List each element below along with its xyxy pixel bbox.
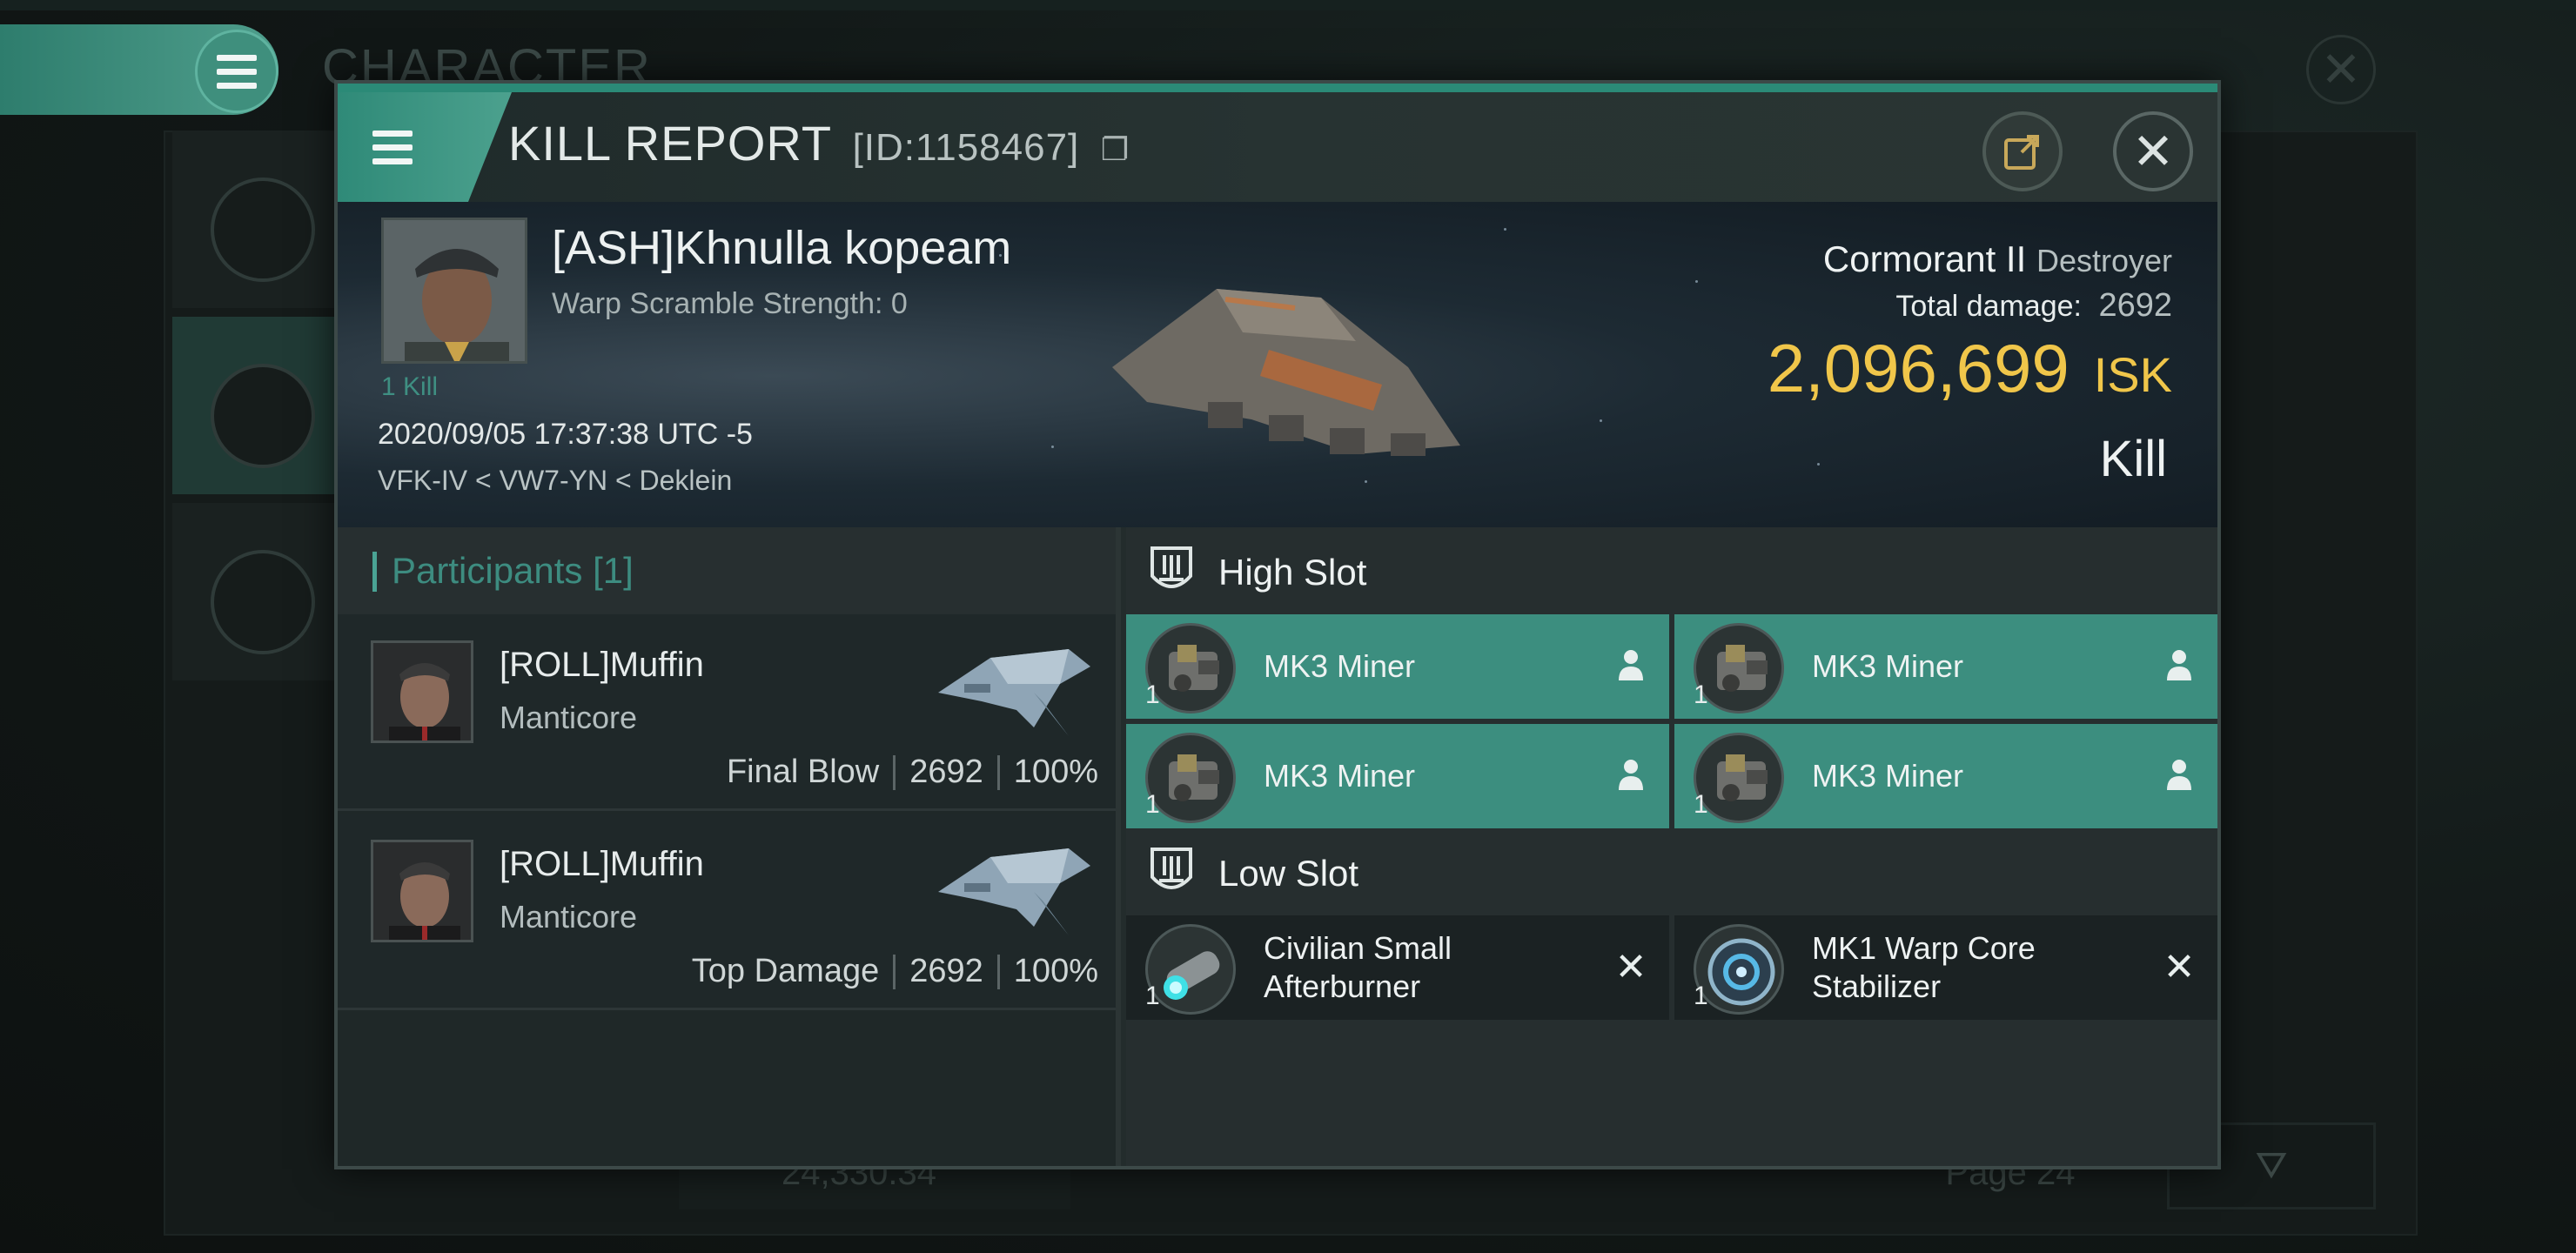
module-name: MK3 Miner xyxy=(1264,648,1416,684)
total-damage-value: 2692 xyxy=(2098,287,2172,324)
low-slot-header: Low Slot xyxy=(1126,828,2217,915)
participants-panel: Participants [1] [ROLL]Muffin Manticore … xyxy=(338,527,1121,1166)
module-name: MK3 Miner xyxy=(1812,648,1964,684)
isk-value-line: 2,096,699 ISK xyxy=(1768,329,2172,408)
sidebar-item-rank[interactable] xyxy=(172,503,338,680)
star-icon xyxy=(211,550,315,654)
module-slot[interactable]: 1 MK3 Miner xyxy=(1126,724,1669,828)
sidebar-item-combat[interactable] xyxy=(172,317,338,494)
destroyed-x-icon: ✕ xyxy=(1614,946,1647,988)
participant-row[interactable]: [ROLL]Muffin Manticore Final Blow 2692 1… xyxy=(338,614,1116,811)
participant-stats: Final Blow 2692 100% xyxy=(727,754,1098,791)
character-sidebar xyxy=(172,131,338,687)
share-button[interactable] xyxy=(1982,111,2063,191)
module-name: MK3 Miner xyxy=(1264,758,1416,794)
top-bar xyxy=(0,0,2576,10)
module-quantity: 1 xyxy=(1694,790,1708,819)
list-icon xyxy=(211,178,315,282)
isk-unit: ISK xyxy=(2093,347,2172,402)
participant-role: Top Damage xyxy=(691,953,880,989)
participant-percent: 100% xyxy=(1013,754,1098,790)
participant-percent: 100% xyxy=(1013,953,1098,989)
kill-location: VFK-IV < VW7-YN < Deklein xyxy=(378,465,733,496)
divider xyxy=(893,954,896,989)
menu-icon xyxy=(372,130,413,164)
total-damage: Total damage: 2692 xyxy=(1895,287,2172,325)
participant-ship: Manticore xyxy=(500,899,638,935)
participants-accent-bar xyxy=(372,552,377,592)
participant-damage: 2692 xyxy=(909,754,983,790)
fitted-person-icon xyxy=(2162,757,2197,795)
participant-row[interactable]: [ROLL]Muffin Manticore Top Damage 2692 1… xyxy=(338,814,1116,1010)
divider xyxy=(996,754,1000,790)
participant-stats: Top Damage 2692 100% xyxy=(692,953,1098,990)
fitting-panel: High Slot 1 MK3 Miner 1 MK3 Miner 1 MK3 … xyxy=(1126,527,2217,1166)
participants-title: Participants [1] xyxy=(392,550,634,591)
kill-result: Kill xyxy=(2099,431,2167,487)
high-slot-icon xyxy=(1150,546,1192,588)
module-slot[interactable]: 1 MK1 Warp Core Stabilizer ✕ xyxy=(1674,915,2217,1020)
victim-name: [ASH]Khnulla kopeam xyxy=(552,222,1012,274)
kill-report-header: KILL REPORT [ID:1158467] ❐ ✕ xyxy=(338,84,2217,202)
share-icon xyxy=(2004,135,2039,170)
module-quantity: 1 xyxy=(1145,790,1160,819)
module-name: Civilian Small Afterburner xyxy=(1264,930,1452,1004)
destroyed-x-icon: ✕ xyxy=(2163,946,2196,988)
module-name: MK3 Miner xyxy=(1812,758,1964,794)
participant-avatar[interactable] xyxy=(371,640,473,743)
filter-icon: ⛛ xyxy=(2255,1144,2288,1187)
fitted-person-icon xyxy=(2162,647,2197,686)
kill-report-menu-button[interactable] xyxy=(338,92,512,202)
participant-name: [ROLL]Muffin xyxy=(500,646,704,684)
participant-role: Final Blow xyxy=(726,754,880,790)
victim-summary: [ASH]Khnulla kopeam Warp Scramble Streng… xyxy=(338,202,2217,527)
background-close-button[interactable]: ✕ xyxy=(2306,35,2376,104)
module-slot[interactable]: 1 Civilian Small Afterburner ✕ xyxy=(1126,915,1669,1020)
close-icon: ✕ xyxy=(2131,124,2175,180)
low-slot-icon xyxy=(1150,848,1192,889)
module-quantity: 1 xyxy=(1694,982,1708,1010)
module-slot[interactable]: 1 MK3 Miner xyxy=(1674,724,2217,828)
divider xyxy=(893,754,896,790)
divider xyxy=(996,954,1000,989)
low-slot-title: Low Slot xyxy=(1218,853,1359,894)
fitted-person-icon xyxy=(1613,647,1648,686)
ship-name: Cormorant II xyxy=(1822,238,2027,279)
module-quantity: 1 xyxy=(1145,982,1160,1010)
isk-value: 2,096,699 xyxy=(1767,330,2070,406)
participants-header[interactable]: Participants [1] xyxy=(338,527,1116,614)
module-quantity: 1 xyxy=(1694,680,1708,709)
module-quantity: 1 xyxy=(1145,680,1160,709)
total-damage-label: Total damage: xyxy=(1895,290,2082,323)
sidebar-item-list[interactable] xyxy=(172,131,338,308)
copy-icon[interactable]: ❐ xyxy=(1101,131,1130,168)
victim-kill-count: 1 Kill xyxy=(381,372,439,401)
crossed-swords-icon xyxy=(211,364,315,468)
high-slot-title: High Slot xyxy=(1218,552,1367,593)
module-name: MK1 Warp Core Stabilizer xyxy=(1812,930,2036,1004)
participant-ship: Manticore xyxy=(500,700,638,735)
warp-scramble-strength: Warp Scramble Strength: 0 xyxy=(552,287,908,320)
fitted-person-icon xyxy=(1613,757,1648,795)
participant-ship-image xyxy=(938,649,1090,736)
kill-timestamp: 2020/09/05 17:37:38 UTC -5 xyxy=(378,418,753,451)
kill-report-window: KILL REPORT [ID:1158467] ❐ ✕ [ASH]Khnull… xyxy=(334,80,2221,1169)
victim-portrait[interactable] xyxy=(381,218,527,364)
kill-id: [ID:1158467] xyxy=(852,126,1080,169)
main-menu-button[interactable] xyxy=(195,30,278,113)
ship-class: Destroyer xyxy=(2036,243,2172,278)
participant-damage: 2692 xyxy=(909,953,983,989)
menu-icon xyxy=(217,54,257,89)
window-title-text: KILL REPORT xyxy=(508,116,832,171)
victim-ship: Cormorant II Destroyer xyxy=(1823,238,2172,280)
victim-ship-image xyxy=(1112,289,1460,456)
window-title: KILL REPORT [ID:1158467] ❐ xyxy=(508,115,1130,171)
module-slot[interactable]: 1 MK3 Miner xyxy=(1674,614,2217,719)
module-slot[interactable]: 1 MK3 Miner xyxy=(1126,614,1669,719)
close-button[interactable]: ✕ xyxy=(2113,111,2193,191)
participant-avatar[interactable] xyxy=(371,840,473,942)
participant-name: [ROLL]Muffin xyxy=(500,845,704,883)
participant-ship-image xyxy=(938,848,1090,935)
high-slot-header: High Slot xyxy=(1126,527,2217,614)
